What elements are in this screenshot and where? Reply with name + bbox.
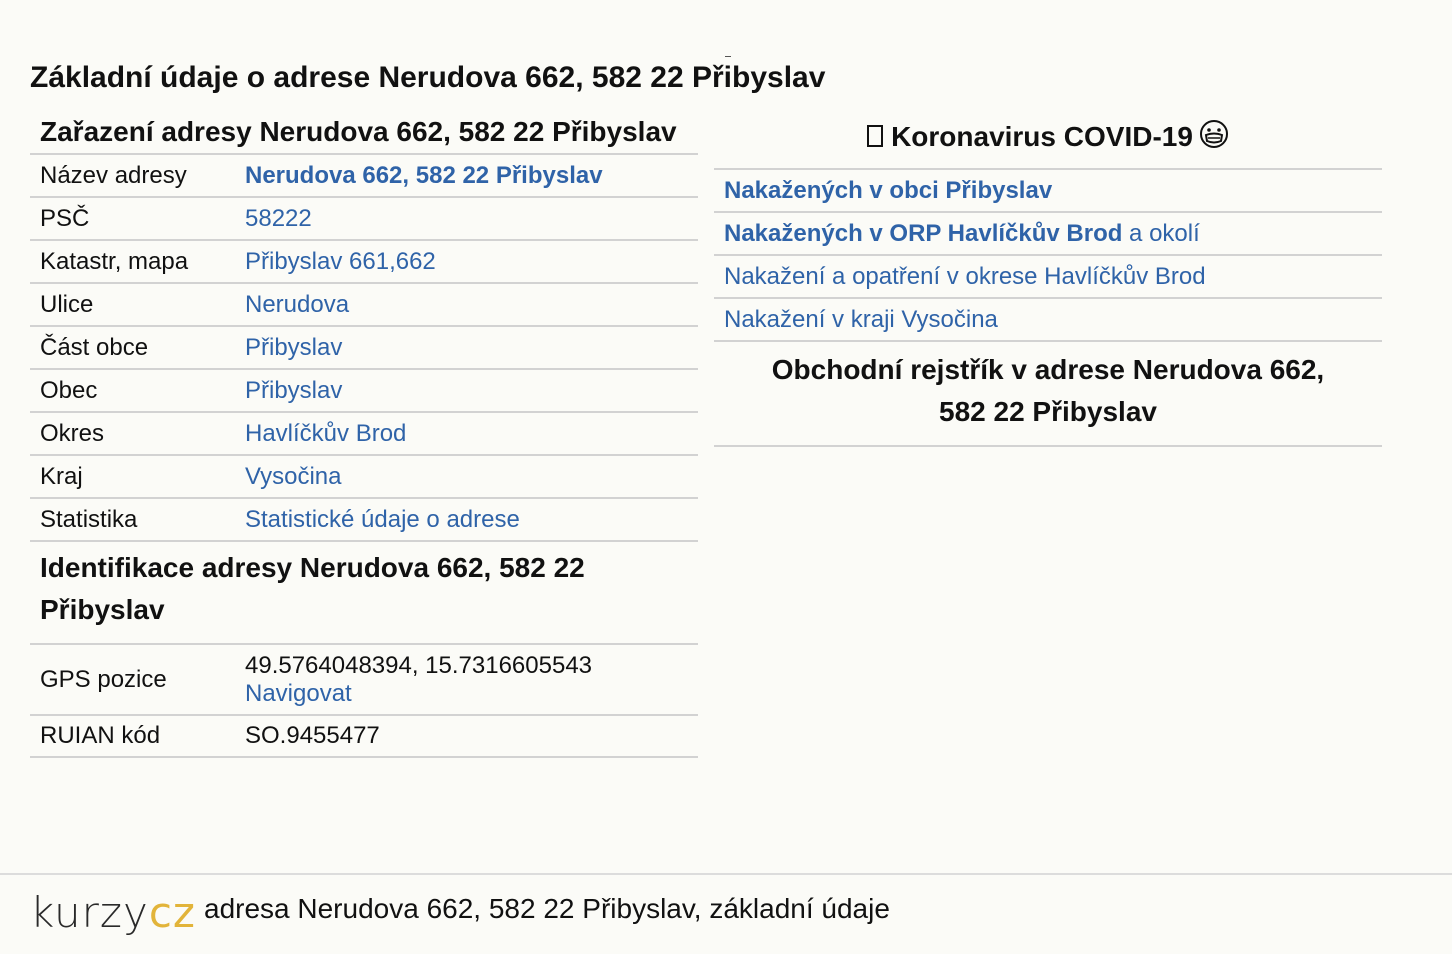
district-part-link[interactable]: Přibyslav xyxy=(245,334,698,362)
register-heading-line1: Obchodní rejstřík v adrese Nerudova 662, xyxy=(771,354,1325,385)
identification-table: GPS pozice 49.5764048394, 15.7316605543 … xyxy=(30,643,698,758)
table-row-district-part: Část obce Přibyslav xyxy=(30,327,698,370)
cadastre-link[interactable]: Přibyslav 661,662 xyxy=(245,248,698,276)
covid-register-column: Koronavirus COVID-19 Nakažených v obci P… xyxy=(714,111,1382,447)
logo-kurzy-text: kurzy xyxy=(30,888,149,937)
address-info-column: Zařazení adresy Nerudova 662, 582 22 Při… xyxy=(30,111,698,758)
ruian-code: SO.9455477 xyxy=(245,722,380,749)
table-row-street: Ulice Nerudova xyxy=(30,284,698,327)
row-label: Katastr, mapa xyxy=(40,247,189,275)
covid-orp-link[interactable]: Nakažených v ORP Havlíčkův Brod xyxy=(724,220,1122,247)
table-row-municipality: Obec Přibyslav xyxy=(30,370,698,413)
gps-coordinates: 49.5764048394, 15.7316605543 xyxy=(245,651,593,679)
row-label: Název adresy xyxy=(40,161,187,189)
footer-description: adresa Nerudova 662, 582 22 Přibyslav, z… xyxy=(204,893,890,924)
covid-heading-text: Koronavirus COVID-19 xyxy=(891,121,1193,152)
statistics-link[interactable]: Statistické údaje o adrese xyxy=(245,506,698,534)
street-link[interactable]: Nerudova xyxy=(245,291,698,319)
missing-glyph-icon xyxy=(867,125,884,147)
covid-link-region-row: Nakažení v kraji Vysočina xyxy=(714,299,1382,342)
identification-heading: Identifikace adresy Nerudova 662, 582 22… xyxy=(40,552,585,625)
classification-heading: Zařazení adresy Nerudova 662, 582 22 Při… xyxy=(40,116,677,147)
table-row-ruian: RUIAN kód SO.9455477 xyxy=(30,716,698,758)
table-row-psc: PSČ 58222 xyxy=(30,198,698,241)
row-label: Kraj xyxy=(40,462,83,490)
row-label: Ulice xyxy=(40,290,94,318)
address-name-link[interactable]: Nerudova 662, 582 22 Přibyslav xyxy=(245,162,698,190)
register-heading-line2: 582 22 Přibyslav xyxy=(939,396,1157,427)
navigate-link[interactable]: Navigovat xyxy=(245,680,698,708)
table-row-address-name: Název adresy Nerudova 662, 582 22 Přibys… xyxy=(30,155,698,198)
business-register-heading: Obchodní rejstřík v adrese Nerudova 662,… xyxy=(714,342,1382,447)
row-label: PSČ xyxy=(40,204,90,232)
psc-link[interactable]: 58222 xyxy=(245,205,698,233)
covid-municipality-link[interactable]: Nakažených v obci Přibyslav xyxy=(724,177,1052,204)
table-row-gps: GPS pozice 49.5764048394, 15.7316605543 … xyxy=(30,645,698,716)
covid-link-municipality-row: Nakažených v obci Přibyslav xyxy=(714,170,1382,213)
classification-table: Název adresy Nerudova 662, 582 22 Přibys… xyxy=(30,153,698,542)
municipality-link[interactable]: Přibyslav xyxy=(245,377,698,405)
covid-link-county-row: Nakažení a opatření v okrese Havlíčkův B… xyxy=(714,256,1382,299)
face-with-mask-icon xyxy=(1199,116,1229,164)
region-link[interactable]: Vysočina xyxy=(245,463,698,491)
table-row-region: Kraj Vysočina xyxy=(30,456,698,499)
covid-orp-suffix: a okolí xyxy=(1122,220,1200,247)
row-label: RUIAN kód xyxy=(40,722,161,749)
covid-region-link[interactable]: Nakažení v kraji Vysočina xyxy=(724,306,998,333)
decorative-mark xyxy=(725,56,731,57)
covid-link-orp-row: Nakažených v ORP Havlíčkův Brod a okolí xyxy=(714,213,1382,256)
row-label: Část obce xyxy=(40,333,149,361)
kurzy-logo[interactable]: kurzycz xyxy=(30,887,196,939)
county-link[interactable]: Havlíčkův Brod xyxy=(245,420,698,448)
row-label: Statistika xyxy=(40,505,138,533)
row-label: GPS pozice xyxy=(40,665,167,693)
gps-value-cell: 49.5764048394, 15.7316605543 Navigovat xyxy=(245,652,698,708)
row-label: Obec xyxy=(40,376,98,404)
table-row-county: Okres Havlíčkův Brod xyxy=(30,413,698,456)
logo-cz-text: cz xyxy=(148,888,196,937)
page-title: Základní údaje o adrese Nerudova 662, 58… xyxy=(30,61,826,94)
covid-county-link[interactable]: Nakažení a opatření v okrese Havlíčkův B… xyxy=(724,263,1206,290)
row-label: Okres xyxy=(40,419,105,447)
footer: kurzycz adresa Nerudova 662, 582 22 Přib… xyxy=(0,873,1452,954)
covid-heading: Koronavirus COVID-19 xyxy=(714,111,1382,170)
table-row-cadastre: Katastr, mapa Přibyslav 661,662 xyxy=(30,241,698,284)
table-row-statistics: Statistika Statistické údaje o adrese xyxy=(30,499,698,542)
